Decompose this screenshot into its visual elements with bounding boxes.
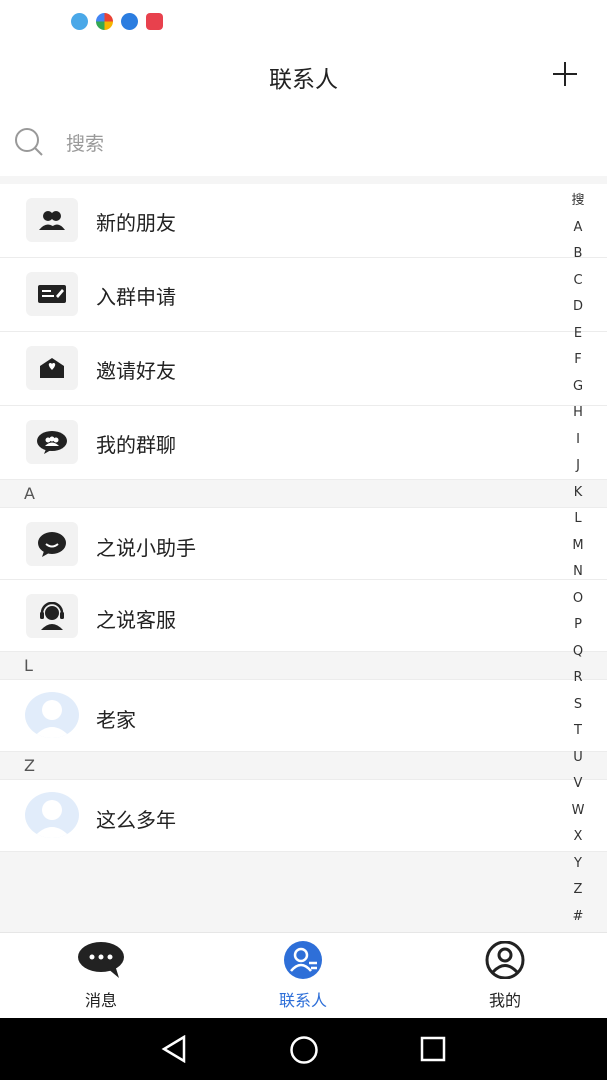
tab-messages[interactable]: 消息 bbox=[51, 941, 151, 1011]
avatar-icon bbox=[25, 792, 79, 838]
menu-item-my-groups[interactable]: 我的群聊 bbox=[0, 406, 607, 480]
search-icon bbox=[15, 128, 43, 156]
index-letter[interactable]: # bbox=[567, 904, 589, 931]
back-icon[interactable] bbox=[160, 1035, 188, 1063]
index-letter[interactable]: L bbox=[567, 506, 589, 533]
index-letter[interactable]: R bbox=[567, 665, 589, 692]
avatar-icon bbox=[25, 692, 79, 738]
search-placeholder: 搜索 bbox=[66, 133, 105, 155]
index-letter[interactable]: I bbox=[567, 427, 589, 454]
contact-list: 新的朋友 入群申请 邀请好友 我的群聊 A 之说小助手 之说客服 L 老家 Z … bbox=[0, 184, 607, 852]
my-groups-icon bbox=[26, 420, 78, 464]
home-icon[interactable] bbox=[289, 1035, 319, 1065]
tab-label: 消息 bbox=[84, 991, 117, 1010]
menu-item-label: 新的朋友 bbox=[96, 211, 176, 235]
customer-service-icon bbox=[26, 594, 78, 638]
index-letter[interactable]: X bbox=[567, 824, 589, 851]
index-letter[interactable]: J bbox=[567, 453, 589, 480]
index-letter[interactable]: T bbox=[567, 718, 589, 745]
index-letter[interactable]: Q bbox=[567, 639, 589, 666]
status-icons bbox=[71, 13, 163, 30]
index-letter[interactable]: F bbox=[567, 347, 589, 374]
index-letter[interactable]: C bbox=[567, 268, 589, 295]
message-icon bbox=[78, 942, 124, 978]
index-letter[interactable]: B bbox=[567, 241, 589, 268]
menu-item-new-friends[interactable]: 新的朋友 bbox=[0, 184, 607, 258]
index-letter[interactable]: U bbox=[567, 745, 589, 772]
tab-contacts[interactable]: 联系人 bbox=[253, 941, 353, 1011]
contact-name: 老家 bbox=[96, 708, 136, 732]
index-letter[interactable]: Y bbox=[567, 851, 589, 878]
search-bar[interactable]: 搜索 bbox=[0, 108, 607, 176]
contact-name: 之说小助手 bbox=[96, 536, 196, 560]
globe-icon bbox=[121, 13, 138, 30]
page-title: 联系人 bbox=[269, 67, 338, 93]
group-request-icon bbox=[26, 272, 78, 316]
alphabet-index[interactable]: 搜 A B C D E F G H I J K L M N O P Q R S T U V W X Y Z # bbox=[567, 188, 589, 930]
tab-label: 我的 bbox=[488, 991, 521, 1010]
index-letter[interactable]: M bbox=[567, 533, 589, 560]
header: 联系人 bbox=[0, 42, 607, 108]
contacts-icon bbox=[284, 941, 322, 979]
pinwheel-icon bbox=[96, 13, 113, 30]
index-letter[interactable]: K bbox=[567, 480, 589, 507]
index-letter[interactable]: Z bbox=[567, 877, 589, 904]
index-letter[interactable]: A bbox=[567, 215, 589, 242]
system-nav-bar bbox=[0, 1018, 607, 1080]
tab-profile[interactable]: 我的 bbox=[455, 940, 555, 1011]
cloud-icon bbox=[71, 13, 88, 30]
menu-item-group-request[interactable]: 入群申请 bbox=[0, 258, 607, 332]
contact-row-laojia[interactable]: 老家 bbox=[0, 680, 607, 752]
index-letter[interactable]: G bbox=[567, 374, 589, 401]
index-letter[interactable]: D bbox=[567, 294, 589, 321]
contact-name: 这么多年 bbox=[96, 808, 176, 832]
menu-item-invite-friends[interactable]: 邀请好友 bbox=[0, 332, 607, 406]
invite-friends-icon bbox=[26, 346, 78, 390]
profile-icon bbox=[485, 940, 525, 980]
index-letter[interactable]: 搜 bbox=[567, 188, 589, 215]
menu-item-label: 邀请好友 bbox=[96, 359, 176, 383]
new-friends-icon bbox=[26, 198, 78, 242]
tab-label: 联系人 bbox=[278, 991, 327, 1010]
section-header-a: A bbox=[0, 480, 607, 508]
contact-name: 之说客服 bbox=[96, 608, 176, 632]
book-icon bbox=[146, 13, 163, 30]
assistant-icon bbox=[26, 522, 78, 566]
menu-item-label: 我的群聊 bbox=[96, 433, 176, 457]
plus-icon[interactable] bbox=[553, 62, 577, 86]
section-header-z: Z bbox=[0, 752, 607, 780]
recents-icon[interactable] bbox=[420, 1036, 446, 1062]
index-letter[interactable]: H bbox=[567, 400, 589, 427]
index-letter[interactable]: P bbox=[567, 612, 589, 639]
index-letter[interactable]: S bbox=[567, 692, 589, 719]
contact-row-assistant[interactable]: 之说小助手 bbox=[0, 508, 607, 580]
contact-row-zhemeduonian[interactable]: 这么多年 bbox=[0, 780, 607, 852]
index-letter[interactable]: E bbox=[567, 321, 589, 348]
section-header-l: L bbox=[0, 652, 607, 680]
status-bar bbox=[0, 0, 607, 42]
index-letter[interactable]: O bbox=[567, 586, 589, 613]
menu-item-label: 入群申请 bbox=[96, 285, 176, 309]
index-letter[interactable]: N bbox=[567, 559, 589, 586]
index-letter[interactable]: V bbox=[567, 771, 589, 798]
contact-row-customer-service[interactable]: 之说客服 bbox=[0, 580, 607, 652]
index-letter[interactable]: W bbox=[567, 798, 589, 825]
bottom-tab-bar: 消息 联系人 我的 bbox=[0, 932, 607, 1018]
